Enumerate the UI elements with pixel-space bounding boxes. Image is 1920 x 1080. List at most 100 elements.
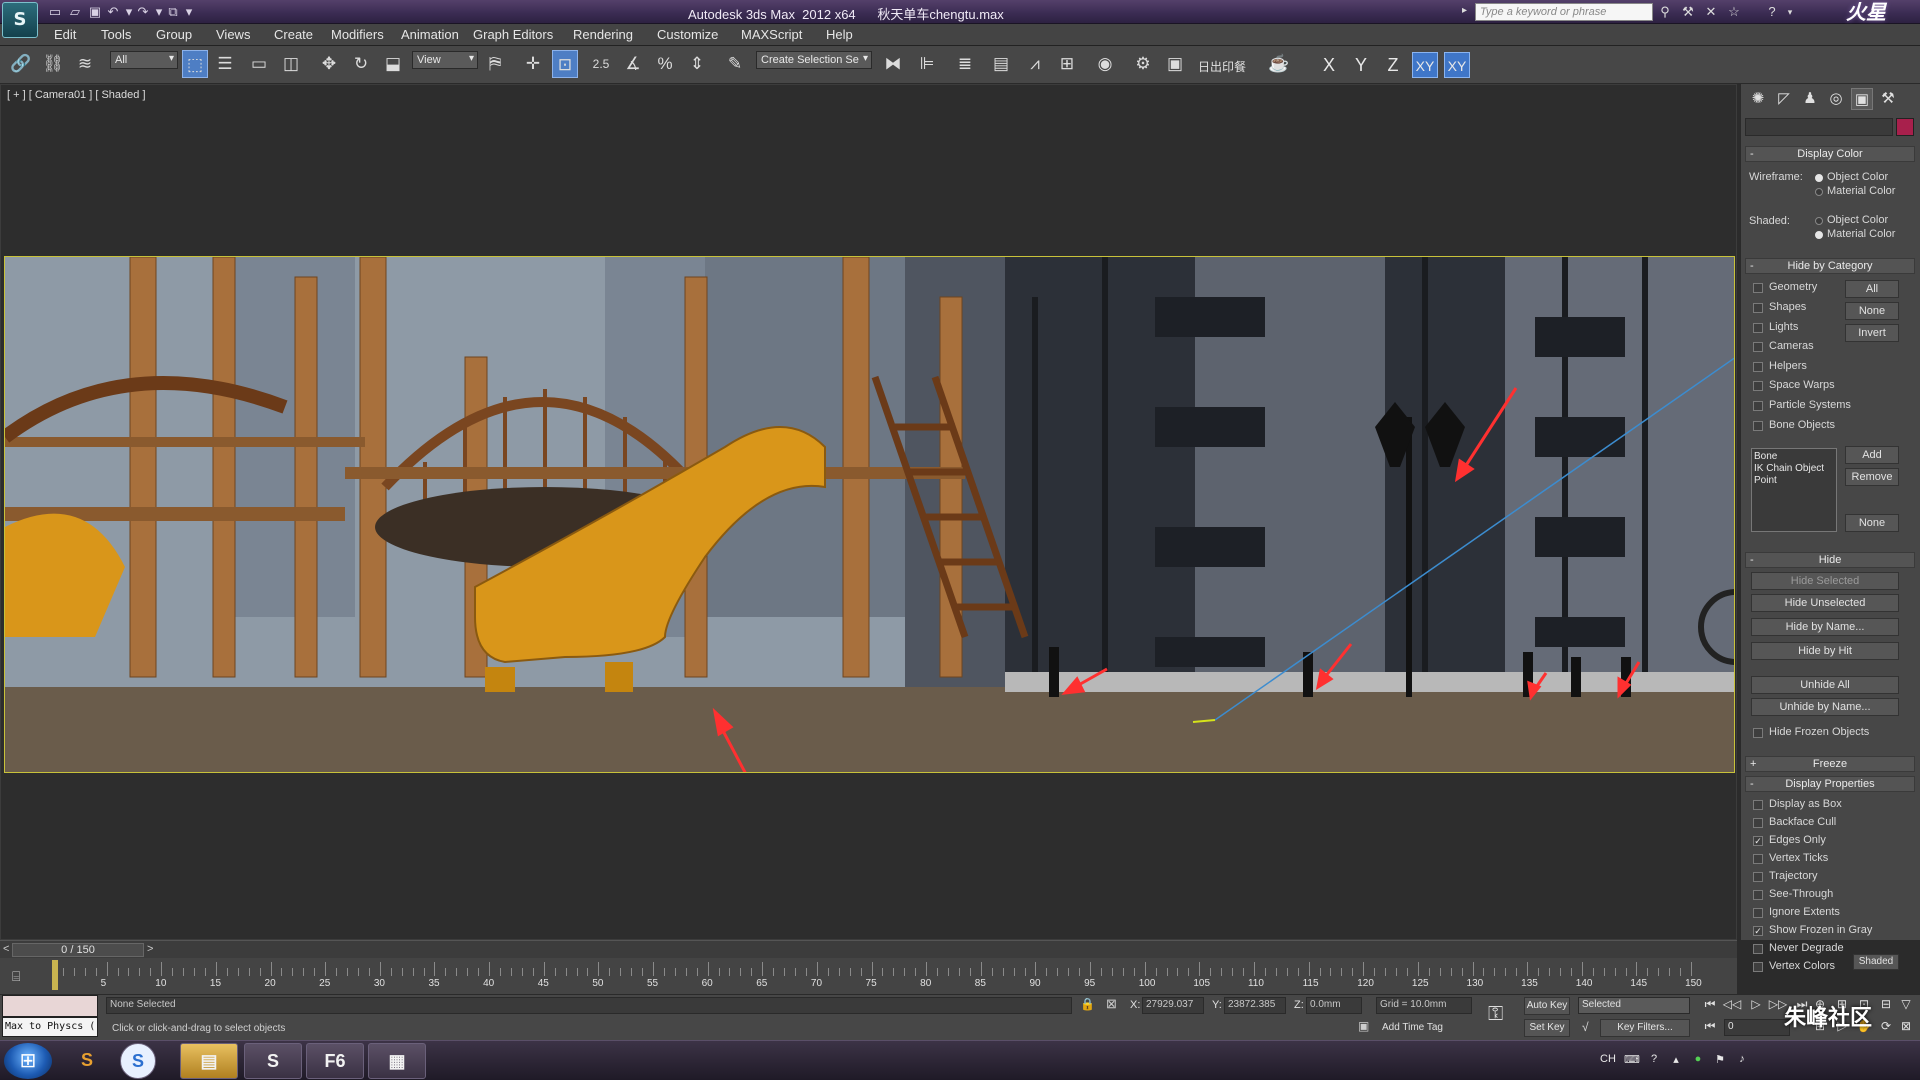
communication-center-icon[interactable]: ✕ — [1701, 3, 1721, 21]
angle-snap-icon[interactable]: ∡ — [620, 50, 646, 78]
time-slider-thumb[interactable]: 0 / 150 — [12, 943, 144, 957]
restrict-y-button[interactable]: Y — [1348, 52, 1374, 78]
category-all-button[interactable]: All — [1845, 280, 1899, 298]
named-selection-set-dropdown[interactable]: Create Selection Se — [756, 51, 872, 69]
menu-maxscript[interactable]: MAXScript — [741, 27, 802, 42]
display-property-checkbox[interactable]: ✓ — [1753, 926, 1763, 936]
menu-graph-editors[interactable]: Graph Editors — [473, 27, 553, 42]
maxscript-mini-listener[interactable]: Max to Physcs ( — [2, 1017, 98, 1037]
tray-network-icon[interactable]: ● — [1690, 1053, 1706, 1065]
y-coord-field[interactable]: 23872.385 — [1224, 997, 1286, 1014]
auto-key-button[interactable]: Auto Key — [1524, 997, 1570, 1015]
track-bar[interactable]: ⌸ 5 10 15 20 25 30 35 40 45 50 55 60 65 70 75 80 85 90 95 1… — [0, 958, 1737, 994]
select-and-scale-icon[interactable]: ⬓ — [380, 50, 406, 78]
display-property-checkbox[interactable] — [1753, 962, 1763, 972]
unhide-all-button[interactable]: Unhide All — [1751, 676, 1899, 694]
display-property-checkbox[interactable] — [1753, 800, 1763, 810]
open-file-icon[interactable]: ▱ — [66, 3, 84, 21]
z-coord-field[interactable]: 0.0mm — [1306, 997, 1362, 1014]
graphite-toolbar-icon[interactable]: ▤ — [988, 50, 1014, 78]
restrict-xy-cycle-button[interactable]: XY — [1444, 52, 1470, 78]
list-item[interactable]: Bone — [1754, 451, 1834, 463]
hide-by-category-rollout[interactable]: - Hide by Category — [1745, 258, 1915, 274]
custom-chinese-label[interactable]: 日出印餐 — [1198, 58, 1246, 75]
selection-filter-dropdown[interactable]: All — [110, 51, 178, 69]
select-manipulate-icon[interactable]: ✛ — [520, 50, 546, 78]
window-crossing-icon[interactable]: ◫ — [278, 50, 304, 78]
restrict-x-button[interactable]: X — [1316, 52, 1342, 78]
select-and-link-icon[interactable]: 🔗 — [8, 50, 34, 78]
prev-frame-icon[interactable]: < — [3, 943, 9, 955]
add-time-tag-button[interactable]: Add Time Tag — [1382, 1022, 1443, 1033]
category-remove-button[interactable]: Remove — [1845, 468, 1899, 486]
key-mode-dropdown[interactable]: Selected — [1578, 997, 1690, 1014]
rendered-frame-window-icon[interactable]: ▣ — [1162, 50, 1188, 78]
start-button[interactable]: ⊞ — [4, 1043, 52, 1079]
shapes-checkbox[interactable] — [1753, 303, 1763, 313]
shaded-button[interactable]: Shaded — [1853, 954, 1899, 970]
search-expand-icon[interactable]: ▸ — [1462, 5, 1467, 16]
tray-language[interactable]: CH — [1600, 1053, 1616, 1065]
modify-tab-icon[interactable]: ◸ — [1773, 88, 1795, 110]
time-slider[interactable]: < 0 / 150 > — [0, 940, 1737, 958]
menu-help[interactable]: Help — [826, 27, 853, 42]
menu-create[interactable]: Create — [274, 27, 313, 42]
schematic-view-icon[interactable]: ⊞ — [1054, 50, 1080, 78]
display-property-checkbox[interactable] — [1753, 872, 1763, 882]
hide-unselected-button[interactable]: Hide Unselected — [1751, 594, 1899, 612]
edit-named-selection-icon[interactable]: ✎ — [722, 50, 748, 78]
set-key-mode-icon[interactable]: ⚿ — [1488, 1003, 1503, 1026]
hierarchy-tab-icon[interactable]: ♟ — [1799, 88, 1821, 110]
quick-access-dropdown-icon[interactable]: ▾ — [180, 3, 198, 21]
current-frame-marker[interactable] — [52, 960, 58, 990]
display-tab-icon[interactable]: ▣ — [1851, 88, 1873, 110]
motion-tab-icon[interactable]: ◎ — [1825, 88, 1847, 110]
category-add-button[interactable]: Add — [1845, 446, 1899, 464]
absolute-mode-icon[interactable]: ⊠ — [1106, 996, 1117, 1012]
reference-coordinate-dropdown[interactable]: View — [412, 51, 478, 69]
mirror-icon[interactable]: ⧓ — [880, 50, 906, 78]
mini-curve-editor-icon[interactable]: ⌸ — [12, 968, 20, 985]
render-setup-icon[interactable]: ⚙ — [1130, 50, 1156, 78]
curve-editor-icon[interactable]: ⩘ — [1022, 50, 1048, 78]
material-editor-icon[interactable]: ◉ — [1092, 50, 1118, 78]
display-property-checkbox[interactable]: ✓ — [1753, 836, 1763, 846]
snaps-toggle-icon[interactable]: 2.5 — [588, 50, 614, 78]
tray-keyboard-icon[interactable]: ⌨ — [1624, 1053, 1640, 1066]
display-property-checkbox[interactable] — [1753, 854, 1763, 864]
frame-ruler[interactable]: 5 10 15 20 25 30 35 40 45 50 55 60 65 70 75 80 85 90 95 100… — [52, 960, 1702, 992]
restrict-z-button[interactable]: Z — [1380, 52, 1406, 78]
display-properties-rollout[interactable]: - Display Properties — [1745, 776, 1915, 792]
taskbar-explorer-icon[interactable]: ▤ — [180, 1043, 238, 1079]
keyboard-shortcut-override-icon[interactable]: ⊡ — [552, 50, 578, 78]
tray-help-icon[interactable]: ? — [1646, 1053, 1662, 1065]
select-object-icon[interactable]: ⬚ — [182, 50, 208, 78]
category-list[interactable]: Bone IK Chain Object Point — [1751, 448, 1837, 532]
tray-volume-icon[interactable]: ♪ — [1734, 1053, 1750, 1065]
unhide-by-name-button[interactable]: Unhide by Name... — [1751, 698, 1899, 716]
go-to-start-icon[interactable]: ⏮ — [1700, 995, 1720, 1013]
menu-animation[interactable]: Animation — [401, 27, 459, 42]
taskbar-app-window-icon[interactable]: ▦ — [368, 1043, 426, 1079]
percent-snap-icon[interactable]: % — [652, 50, 678, 78]
lights-checkbox[interactable] — [1753, 323, 1763, 333]
use-pivot-center-icon[interactable]: ⛿ — [482, 50, 508, 78]
list-item[interactable]: IK Chain Object — [1754, 463, 1834, 475]
create-tab-icon[interactable]: ✺ — [1747, 88, 1769, 110]
taskbar-app-icon[interactable]: S — [58, 1043, 116, 1079]
menu-group[interactable]: Group — [156, 27, 192, 42]
shaded-object-color-radio[interactable] — [1815, 217, 1823, 225]
help-dropdown-icon[interactable]: ▾ — [1780, 3, 1800, 21]
binoculars-icon[interactable]: ⚲ — [1655, 3, 1675, 21]
display-property-checkbox[interactable] — [1753, 818, 1763, 828]
layer-manager-icon[interactable]: ≣ — [952, 50, 978, 78]
display-property-checkbox[interactable] — [1753, 908, 1763, 918]
menu-tools[interactable]: Tools — [101, 27, 131, 42]
menu-rendering[interactable]: Rendering — [573, 27, 633, 42]
set-key-button[interactable]: Set Key — [1524, 1019, 1570, 1037]
hide-by-hit-button[interactable]: Hide by Hit — [1751, 642, 1899, 660]
select-and-move-icon[interactable]: ✥ — [316, 50, 342, 78]
viewport-camera01[interactable]: [ + ] [ Camera01 ] [ Shaded ] — [0, 84, 1737, 940]
space-warps-checkbox[interactable] — [1753, 381, 1763, 391]
geometry-checkbox[interactable] — [1753, 283, 1763, 293]
